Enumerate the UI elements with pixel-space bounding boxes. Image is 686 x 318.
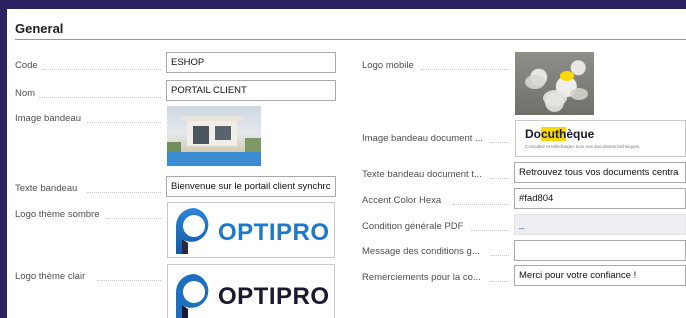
texte-bandeau-field[interactable]: Bienvenue sur le portail client synchrc [166, 176, 336, 197]
logo-theme-clair-leader [97, 280, 161, 281]
window-frame-corner [604, 0, 686, 9]
texte-bandeau-document-label: Texte bandeau document t... [362, 169, 482, 180]
docutheque-logo-text: Docuthèque [525, 127, 595, 141]
image-bandeau-document-label: Image bandeau document ... [362, 133, 483, 144]
code-label: Code [15, 60, 38, 71]
logo-mobile-preview[interactable] [515, 52, 594, 115]
remerciements-leader [491, 281, 509, 282]
nom-label: Nom [15, 88, 36, 99]
message-conditions-label: Message des conditions g... [362, 246, 480, 257]
rocks-image [525, 71, 588, 106]
texte-bandeau-document-field[interactable]: Retrouvez tous vos documents centra [514, 162, 686, 183]
section-title: General [15, 21, 64, 36]
accent-color-field[interactable]: #fad804 [514, 188, 686, 209]
condition-generale-leader [471, 230, 509, 231]
image-bandeau-document-leader [491, 142, 509, 143]
logo-theme-sombre-preview[interactable]: OPTIPRO [167, 202, 335, 258]
texte-bandeau-label: Texte bandeau [15, 183, 78, 194]
logo-theme-clair-label: Logo thème clair [15, 271, 86, 282]
image-bandeau-preview[interactable] [167, 106, 261, 166]
image-bandeau-label: Image bandeau [15, 113, 82, 124]
docutheque-subtitle: Consultez et téléchargez tous nos docume… [525, 144, 641, 149]
condition-generale-label: Condition générale PDF [362, 221, 464, 232]
accent-color-leader [453, 204, 509, 205]
message-conditions-field[interactable] [514, 240, 686, 261]
logo-clair-text: OPTIPRO [218, 283, 330, 310]
optipro-logo-icon-clair [176, 274, 209, 318]
section-divider [15, 39, 686, 40]
code-leader [43, 69, 161, 70]
code-field[interactable]: ESHOP [166, 52, 336, 73]
image-bandeau-document-preview[interactable]: Docuthèque Consultez et téléchargez tous… [515, 120, 686, 157]
remerciements-field[interactable]: Merci pour votre confiance ! [514, 265, 686, 286]
message-conditions-leader [491, 255, 509, 256]
texte-bandeau-document-leader [491, 178, 509, 179]
logo-sombre-text: OPTIPRO [218, 219, 330, 246]
remerciements-label: Remerciements pour la co... [362, 272, 481, 283]
optipro-logo-icon [176, 208, 209, 254]
general-panel: General Code ESHOP Nom PORTAIL CLIENT Im… [7, 9, 686, 318]
logo-theme-clair-preview[interactable]: OPTIPRO [167, 264, 335, 318]
texte-bandeau-leader [87, 192, 161, 193]
image-bandeau-leader [87, 122, 161, 123]
logo-theme-sombre-label: Logo thème sombre [15, 209, 100, 220]
logo-mobile-leader [421, 69, 509, 70]
logo-theme-sombre-leader [107, 218, 161, 219]
condition-generale-pdf-field[interactable]: _ [514, 214, 686, 235]
house-pool-image [167, 116, 261, 166]
window-frame-edge [0, 268, 7, 318]
logo-mobile-label: Logo mobile [362, 60, 414, 71]
accent-color-label: Accent Color Hexa [362, 195, 442, 206]
nom-leader [39, 97, 161, 98]
nom-field[interactable]: PORTAIL CLIENT [166, 80, 336, 101]
